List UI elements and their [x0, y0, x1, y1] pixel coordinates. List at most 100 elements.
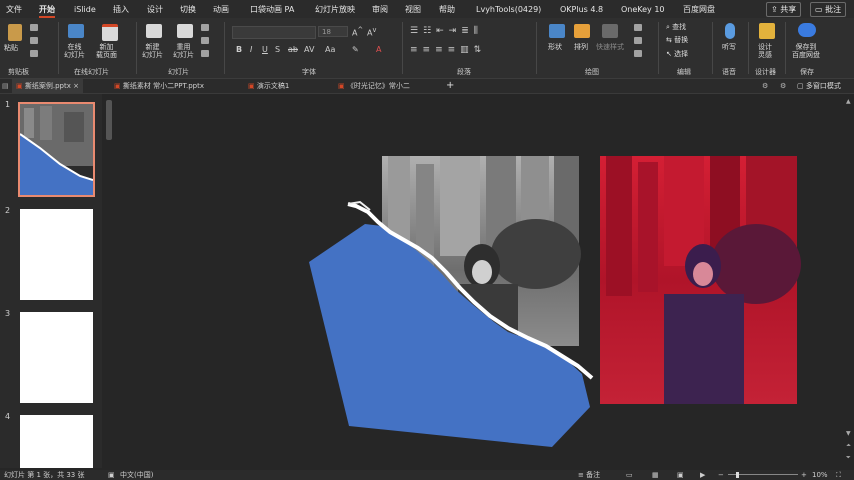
share-button[interactable]: ⇪ 共享 [766, 2, 802, 17]
group-font: 字体 [302, 68, 316, 76]
comment-label: 批注 [825, 5, 842, 14]
doc-tab-1[interactable]: ▣ 撕纸案例.pptx × [12, 79, 83, 93]
scroll-down-icon[interactable]: ▼ [846, 430, 851, 437]
slide-sorter-icon[interactable]: ▦ [652, 470, 659, 480]
gear-icon[interactable]: ⚙ [780, 79, 786, 93]
thumbnail-scrollbar[interactable] [104, 94, 113, 468]
slide-thumbnail-4[interactable] [20, 415, 93, 468]
shadow-icon[interactable]: S [275, 45, 280, 54]
reading-view-icon[interactable]: ▣ [677, 470, 684, 480]
doc-tab-3[interactable]: ▣ 演示文稿1 [244, 79, 293, 93]
replace-icon: ⇆ [666, 36, 672, 44]
replace-button[interactable]: ⇆ 替换 [666, 35, 688, 45]
new-slide-icon[interactable] [146, 24, 162, 38]
list-controls[interactable]: ☰☷⇤⇥≣⫼ [410, 26, 483, 36]
tab-help[interactable]: 帮助 [439, 3, 455, 16]
tab-list-icon[interactable]: ▤ [2, 79, 10, 93]
layout-icon[interactable] [201, 24, 209, 31]
comment-button[interactable]: ▭ 批注 [810, 2, 847, 17]
underline-icon[interactable]: U [262, 45, 268, 54]
doc-tab-label: 撕纸素材 常小二PPT.pptx [122, 82, 204, 90]
slide-thumbnail-2[interactable] [20, 209, 93, 300]
microphone-icon[interactable] [725, 23, 735, 39]
char-spacing-icon[interactable]: AV [304, 45, 314, 54]
font-size-field[interactable]: 18 [318, 26, 348, 37]
fit-to-window-icon[interactable]: ⛶ [836, 470, 841, 480]
strikethrough-icon[interactable]: ab [288, 45, 298, 54]
shrink-font-icon[interactable]: Av [367, 26, 376, 38]
copy-icon[interactable] [30, 37, 38, 44]
reuse-slides-icon[interactable] [177, 24, 193, 38]
group-clipboard: 剪贴板 [8, 68, 29, 76]
alignment-controls[interactable]: ≡≡≡≡▥⇅ [410, 45, 486, 55]
designer-icon[interactable] [759, 23, 775, 39]
tab-design[interactable]: 设计 [147, 3, 163, 16]
slide-thumbnail-1[interactable] [18, 102, 95, 197]
new-tab-button[interactable]: + [446, 79, 454, 93]
tab-lvyhtools[interactable]: LvyhTools(0429) [476, 3, 541, 16]
slideshow-icon[interactable]: ▶ [700, 470, 705, 480]
tab-file[interactable]: 文件 [6, 3, 22, 16]
quick-styles-icon[interactable] [602, 24, 618, 38]
doc-tab-2[interactable]: ▣ 撕纸素材 常小二PPT.pptx [110, 79, 208, 93]
tab-onekey[interactable]: OneKey 10 [621, 3, 665, 16]
tab-transitions[interactable]: 切换 [180, 3, 196, 16]
tab-pocket-animation[interactable]: 口袋动画 PA [250, 3, 294, 16]
tab-slideshow[interactable]: 幻灯片放映 [315, 3, 355, 16]
shape-fill-icon[interactable] [634, 24, 642, 31]
close-icon[interactable]: × [73, 82, 79, 90]
italic-icon[interactable]: I [250, 45, 252, 54]
find-button[interactable]: ⌕ 查找 [666, 22, 686, 32]
grow-font-icon[interactable]: A^ [352, 26, 363, 38]
accessibility-icon[interactable]: ▣ [108, 470, 115, 480]
format-painter-icon[interactable] [30, 50, 38, 57]
select-button[interactable]: ↖ 选择 [666, 49, 688, 59]
tab-baidu[interactable]: 百度网盘 [683, 3, 715, 16]
tab-review[interactable]: 审阅 [372, 3, 388, 16]
language-status[interactable]: 中文(中国) [120, 470, 153, 480]
settings-icon[interactable]: ⚙ [762, 79, 768, 93]
doc-tab-4[interactable]: ▣ 《时光记忆》常小二 [334, 79, 414, 93]
online-slides-label: 在线 幻灯片 [64, 43, 85, 59]
normal-view-icon[interactable]: ▭ [626, 470, 633, 480]
font-color-icon[interactable]: A [376, 45, 381, 54]
tab-view[interactable]: 视图 [405, 3, 421, 16]
baidu-cloud-icon[interactable] [798, 23, 816, 37]
bold-icon[interactable]: B [236, 45, 242, 54]
paste-icon[interactable] [8, 24, 22, 41]
zoom-in-icon[interactable]: + [801, 470, 807, 480]
scroll-up-icon[interactable]: ▲ [846, 98, 851, 105]
red-photo[interactable] [600, 156, 801, 404]
prev-slide-icon[interactable]: ⏶ [846, 442, 851, 450]
font-name-field[interactable] [232, 26, 316, 39]
ribbon-tab-bar: 文件 开始 iSlide 插入 设计 切换 动画 口袋动画 PA 幻灯片放映 审… [0, 0, 854, 18]
tab-animations[interactable]: 动画 [213, 3, 229, 16]
tab-home[interactable]: 开始 [39, 3, 55, 18]
notes-button[interactable]: ≡ 备注 [578, 470, 600, 480]
highlight-icon[interactable]: ✎ [352, 45, 359, 54]
thumbnail-scrollbar-thumb[interactable] [106, 100, 112, 140]
next-slide-icon[interactable]: ⏷ [846, 454, 851, 462]
tab-islide[interactable]: iSlide [74, 3, 96, 16]
multi-window-button[interactable]: ▢ 多窗口模式 [797, 79, 841, 93]
arrange-icon[interactable] [574, 24, 590, 38]
reset-icon[interactable] [201, 37, 209, 44]
slide-thumbnail-3[interactable] [20, 312, 93, 403]
tab-insert[interactable]: 插入 [113, 3, 129, 16]
cut-icon[interactable] [30, 24, 38, 31]
change-case-icon[interactable]: Aa [325, 45, 335, 54]
ppt-icon: ▣ [114, 82, 121, 90]
zoom-out-icon[interactable]: − [718, 470, 724, 480]
new-loaded-page-icon[interactable] [102, 24, 118, 41]
shape-outline-icon[interactable] [634, 37, 642, 44]
slide-content [309, 156, 801, 447]
slide-canvas[interactable] [116, 94, 842, 468]
zoom-level[interactable]: 10% [812, 470, 828, 480]
online-slides-icon[interactable] [68, 24, 84, 38]
tab-okplus[interactable]: OKPlus 4.8 [560, 3, 603, 16]
slide-scrollbar[interactable]: ▲ ▼ ⏶ ⏷ [844, 94, 854, 468]
shape-effects-icon[interactable] [634, 50, 642, 57]
shapes-icon[interactable] [549, 24, 565, 38]
section-icon[interactable] [201, 50, 209, 57]
zoom-slider-thumb[interactable] [736, 472, 739, 478]
